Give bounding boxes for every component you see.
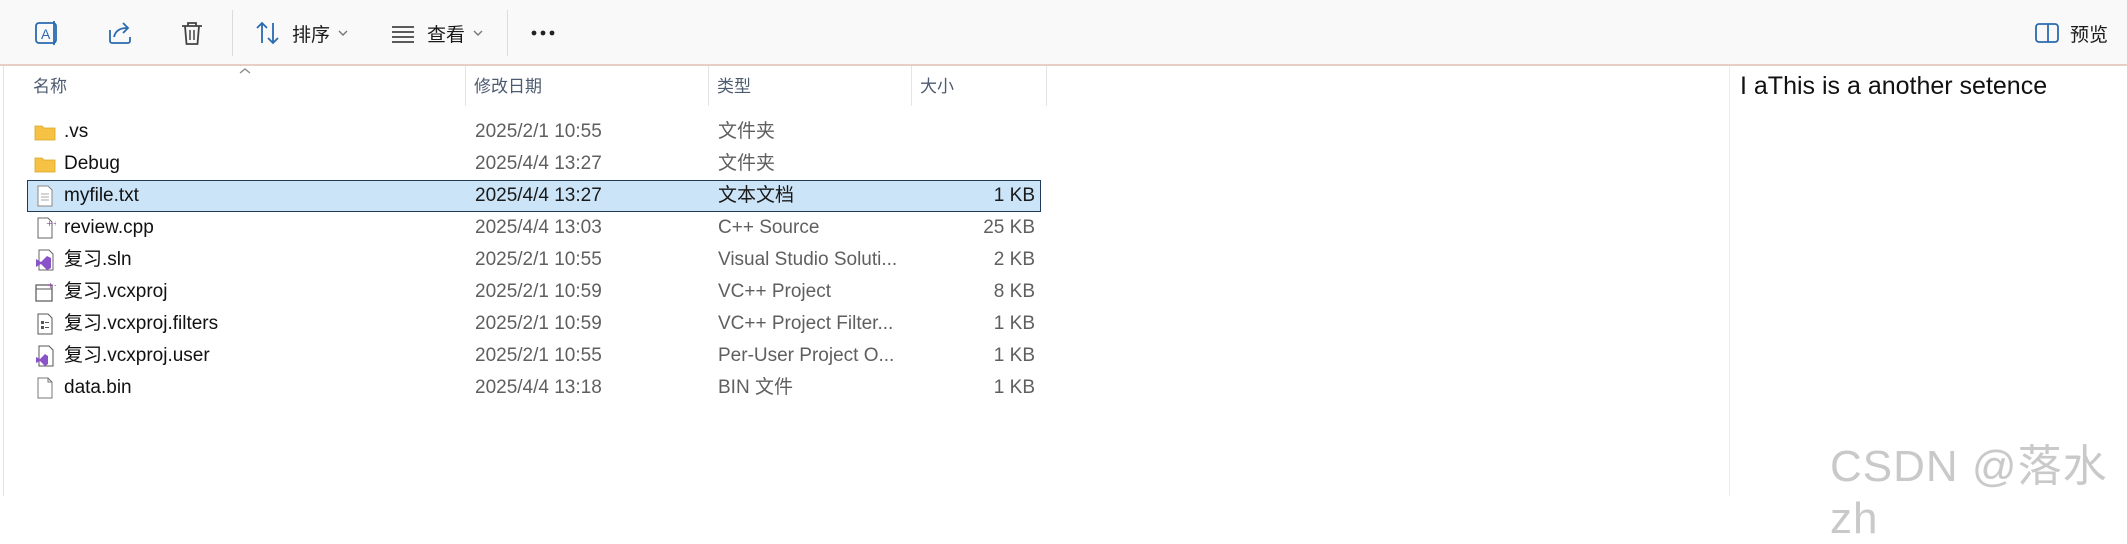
chevron-down-icon xyxy=(338,30,348,36)
pane-border xyxy=(3,66,4,496)
preview-pane-button[interactable]: 预览 xyxy=(2034,16,2108,50)
file-size: 25 KB xyxy=(983,217,1035,238)
file-type: Visual Studio Soluti... xyxy=(718,249,898,270)
file-date: 2025/4/4 13:27 xyxy=(475,153,602,174)
chevron-down-icon xyxy=(473,30,483,36)
file-size xyxy=(895,148,1035,180)
file-name: data.bin xyxy=(64,377,132,398)
file-type: 文件夹 xyxy=(718,153,776,174)
file-row[interactable]: data.bin 2025/4/4 13:18 BIN 文件 1 KB xyxy=(27,372,1041,404)
solution-file-icon xyxy=(36,249,54,271)
file-size: 1 KB xyxy=(993,313,1035,334)
cpp-file-icon: ++ xyxy=(37,217,56,239)
watermark: CSDN @落水 zh xyxy=(1830,442,2108,543)
file-row-selected[interactable]: myfile.txt 2025/4/4 13:27 文本文档 1 KB xyxy=(27,180,1041,212)
file-row[interactable]: .vs 2025/2/1 10:55 文件夹 xyxy=(27,116,1041,148)
file-name: 复习.vcxproj.user xyxy=(64,345,210,366)
file-size: 8 KB xyxy=(993,281,1035,302)
view-list-icon xyxy=(392,26,414,43)
file-date: 2025/4/4 13:03 xyxy=(475,217,602,238)
file-row[interactable]: ++ review.cpp 2025/4/4 13:03 C++ Source … xyxy=(27,212,1041,244)
blank-file-icon xyxy=(37,377,53,399)
sort-icon xyxy=(256,21,279,45)
sort-label: 排序 xyxy=(292,24,331,46)
file-size: 1 KB xyxy=(993,185,1035,206)
command-bar: A 排序 查看 预览 xyxy=(0,0,2127,64)
view-button[interactable]: 查看 xyxy=(389,16,483,50)
preview-content: I aThis is a another setence xyxy=(1740,72,2048,100)
file-name: .vs xyxy=(64,121,89,142)
folder-icon xyxy=(34,125,56,141)
file-name: myfile.txt xyxy=(64,185,139,206)
file-name: Debug xyxy=(64,153,120,174)
column-header-name[interactable]: 名称 xyxy=(33,66,67,106)
column-divider[interactable] xyxy=(465,66,466,106)
file-type: Per-User Project O... xyxy=(718,345,895,366)
file-type: VC++ Project Filter... xyxy=(718,313,894,334)
file-date: 2025/4/4 13:18 xyxy=(475,377,602,398)
share-button[interactable] xyxy=(105,16,135,50)
file-size: 2 KB xyxy=(993,249,1035,270)
sort-ascending-icon xyxy=(239,68,251,74)
more-icon xyxy=(531,30,555,36)
file-size xyxy=(895,116,1035,148)
project-file-icon: ++ xyxy=(35,281,56,302)
svg-text:++: ++ xyxy=(47,281,56,290)
file-date: 2025/2/1 10:59 xyxy=(475,281,602,302)
column-divider[interactable] xyxy=(708,66,709,106)
rename-button[interactable]: A xyxy=(32,16,62,50)
file-date: 2025/4/4 13:27 xyxy=(475,185,602,206)
file-row[interactable]: Debug 2025/4/4 13:27 文件夹 xyxy=(27,148,1041,180)
more-options-button[interactable] xyxy=(528,16,558,50)
share-icon xyxy=(109,22,131,44)
column-header-row: 名称 修改日期 类型 大小 xyxy=(0,66,1050,106)
text-file-icon xyxy=(37,185,53,207)
file-row[interactable]: ++ 复习.vcxproj 2025/2/1 10:59 VC++ Projec… xyxy=(27,276,1041,308)
delete-button[interactable] xyxy=(177,16,207,50)
svg-text:A: A xyxy=(41,26,51,42)
file-row[interactable]: 复习.vcxproj.filters 2025/2/1 10:59 VC++ P… xyxy=(27,308,1041,340)
column-header-type[interactable]: 类型 xyxy=(717,66,751,106)
file-date: 2025/2/1 10:59 xyxy=(475,313,602,334)
svg-text:++: ++ xyxy=(46,219,56,228)
file-type: C++ Source xyxy=(718,217,820,238)
file-type: VC++ Project xyxy=(718,281,831,302)
file-name: 复习.vcxproj xyxy=(64,281,168,302)
user-file-icon xyxy=(36,345,54,367)
file-name: 复习.sln xyxy=(64,249,132,270)
file-date: 2025/2/1 10:55 xyxy=(475,345,602,366)
file-date: 2025/2/1 10:55 xyxy=(475,121,602,142)
view-label: 查看 xyxy=(427,24,466,46)
folder-icon xyxy=(34,157,56,173)
trash-icon xyxy=(182,22,202,45)
file-type: BIN 文件 xyxy=(718,377,793,398)
toolbar-separator xyxy=(507,10,508,56)
file-row[interactable]: 复习.sln 2025/2/1 10:55 Visual Studio Solu… xyxy=(27,244,1041,276)
column-divider[interactable] xyxy=(911,66,912,106)
rename-icon: A xyxy=(35,21,57,45)
file-name: 复习.vcxproj.filters xyxy=(64,313,219,334)
preview-pane-divider[interactable] xyxy=(1729,66,1730,496)
column-header-size[interactable]: 大小 xyxy=(920,66,954,106)
file-type: 文本文档 xyxy=(718,185,795,206)
sort-button[interactable]: 排序 xyxy=(254,16,348,50)
preview-pane-icon xyxy=(2035,23,2059,43)
file-row[interactable]: 复习.vcxproj.user 2025/2/1 10:55 Per-User … xyxy=(27,340,1041,372)
file-date: 2025/2/1 10:55 xyxy=(475,249,602,270)
column-divider[interactable] xyxy=(1046,66,1047,106)
toolbar-separator xyxy=(232,10,233,56)
file-size: 1 KB xyxy=(993,345,1035,366)
file-size: 1 KB xyxy=(993,377,1035,398)
column-header-date[interactable]: 修改日期 xyxy=(474,66,542,106)
filters-file-icon xyxy=(37,313,53,335)
file-type: 文件夹 xyxy=(718,121,776,142)
preview-label: 预览 xyxy=(2070,24,2109,46)
file-name: review.cpp xyxy=(64,217,154,238)
